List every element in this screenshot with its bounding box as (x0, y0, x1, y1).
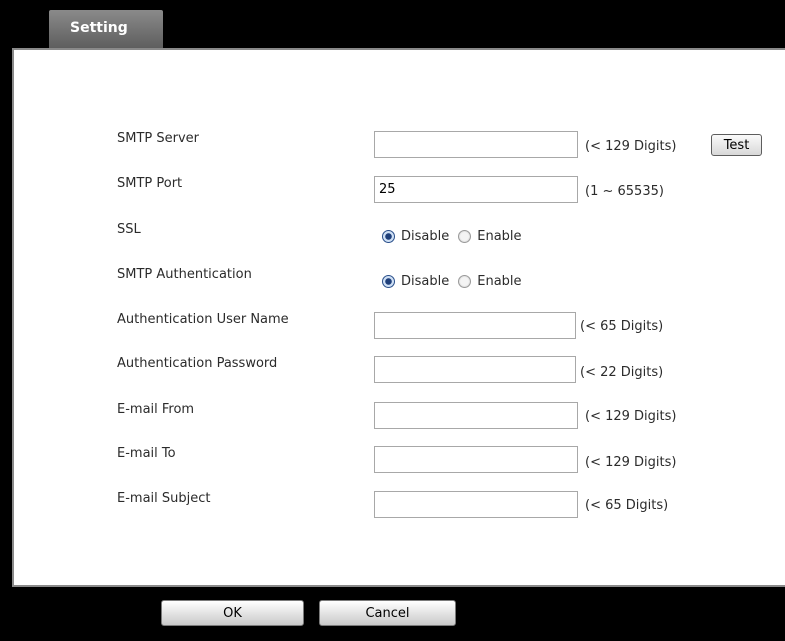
ssl-disable-radio[interactable] (382, 230, 395, 243)
smtp-port-hint: (1 ~ 65535) (585, 184, 664, 199)
email-from-label: E-mail From (117, 402, 195, 417)
email-to-label: E-mail To (117, 446, 176, 461)
cancel-button[interactable]: Cancel (319, 600, 456, 626)
auth-user-label: Authentication User Name (117, 312, 289, 327)
smtp-server-input[interactable] (374, 131, 578, 158)
auth-user-input[interactable] (374, 312, 576, 339)
ssl-radio-group: Disable Enable (382, 229, 531, 244)
smtp-auth-radio-group: Disable Enable (382, 274, 531, 289)
smtp-port-input[interactable] (374, 176, 578, 203)
email-to-hint: (< 129 Digits) (585, 455, 677, 470)
smtp-server-hint: (< 129 Digits) (585, 139, 677, 154)
email-from-hint: (< 129 Digits) (585, 409, 677, 424)
test-button[interactable]: Test (711, 134, 762, 156)
ok-button[interactable]: OK (161, 600, 304, 626)
smtp-auth-label: SMTP Authentication (117, 267, 252, 282)
email-subject-input[interactable] (374, 491, 578, 518)
auth-password-input[interactable] (374, 356, 576, 383)
settings-window: Setting SMTP Server (< 129 Digits) Test … (0, 0, 785, 641)
email-subject-label: E-mail Subject (117, 491, 211, 506)
smtp-auth-enable-radio[interactable] (458, 275, 472, 288)
auth-user-hint: (< 65 Digits) (580, 319, 664, 334)
smtp-server-label: SMTP Server (117, 131, 200, 146)
smtp-auth-disable-label: Disable (401, 274, 450, 289)
tab-setting[interactable]: Setting (49, 10, 163, 48)
ssl-label: SSL (117, 222, 141, 237)
auth-password-label: Authentication Password (117, 356, 278, 371)
email-to-input[interactable] (374, 446, 578, 473)
email-from-input[interactable] (374, 402, 578, 429)
ssl-enable-radio[interactable] (458, 230, 472, 243)
auth-password-hint: (< 22 Digits) (580, 365, 664, 380)
email-subject-hint: (< 65 Digits) (585, 498, 669, 513)
ssl-disable-label: Disable (401, 229, 450, 244)
smtp-auth-disable-radio[interactable] (382, 275, 395, 288)
ssl-enable-label: Enable (477, 229, 522, 244)
smtp-port-label: SMTP Port (117, 176, 183, 191)
smtp-auth-enable-label: Enable (477, 274, 522, 289)
